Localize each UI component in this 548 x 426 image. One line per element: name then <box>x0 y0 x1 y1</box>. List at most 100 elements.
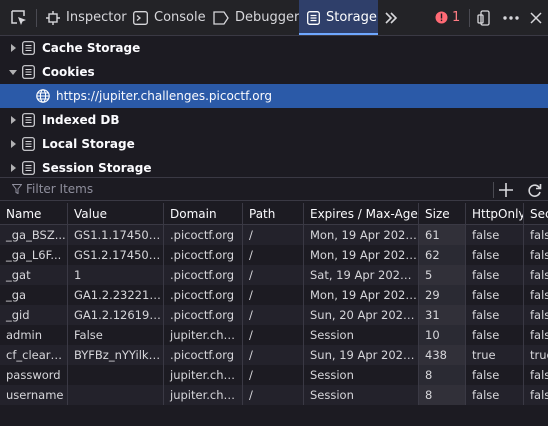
table-row[interactable]: _ga GA1.2.2322118....picoctf.org/Mon, 19 … <box>0 285 548 305</box>
chevron-right-icon[interactable] <box>9 140 17 148</box>
cell-domain: .picoctf.org <box>163 305 242 325</box>
chevron-right-icon[interactable] <box>9 44 17 52</box>
tree-item-label: Cookies <box>42 65 95 79</box>
cell-size: 438 <box>418 345 465 365</box>
column-header-size[interactable]: Size <box>418 203 465 225</box>
column-header-expires[interactable]: Expires / Max-Age <box>303 203 418 225</box>
cell-name: cf_cleara... <box>6 348 67 362</box>
tab-storage[interactable]: Storage <box>299 0 378 35</box>
tree-item-indexed-db[interactable]: Indexed DB <box>0 108 548 132</box>
tree-item-cookie-host[interactable]: https://jupiter.challenges.picoctf.org <box>0 84 548 108</box>
debugger-icon <box>213 10 229 25</box>
cell-value <box>67 365 163 385</box>
cell-path: / <box>242 285 303 305</box>
cell-size: 5 <box>418 265 465 285</box>
cell-name: admin <box>6 328 43 342</box>
storage-icon <box>307 10 320 25</box>
filter-icon <box>12 184 22 194</box>
cell-value <box>67 385 163 405</box>
cell-secure: false <box>523 305 548 325</box>
tab-storage-label: Storage <box>326 10 377 25</box>
cell-value: GA1.2.2322118... <box>67 285 163 305</box>
error-icon <box>435 11 448 24</box>
devtools-toolbar: Inspector Console Debugger Storage 1 <box>0 0 548 36</box>
cell-path: / <box>242 325 303 345</box>
cell-size: 29 <box>418 285 465 305</box>
cell-name: _ga <box>6 288 27 302</box>
cell-httponly: true <box>465 345 523 365</box>
plus-icon <box>499 183 513 197</box>
more-tabs-button[interactable] <box>384 0 398 35</box>
table-row[interactable]: _ga_L6F... GS1.2.1745065....picoctf.org/M… <box>0 245 548 265</box>
cell-domain: .picoctf.org <box>163 245 242 265</box>
filter-bar: Filter Items <box>0 177 548 201</box>
more-options-button[interactable] <box>503 0 519 35</box>
table-row[interactable]: password jupiter.chall... / Session 8 false fa… <box>0 365 548 385</box>
cell-path: / <box>242 345 303 365</box>
chevron-right-icon[interactable] <box>9 116 17 124</box>
tab-console[interactable]: Console <box>133 0 206 35</box>
table-row[interactable]: _ga_BSZ...GS1.1.1745065....picoctf.org/M… <box>0 225 548 245</box>
column-header-secure[interactable]: Secure <box>523 203 548 225</box>
cell-value: False <box>67 325 163 345</box>
table-header: Name Value Domain Path Expires / Max-Age… <box>0 203 548 225</box>
tree-item-cookies[interactable]: Cookies <box>0 60 548 84</box>
chevron-down-icon[interactable] <box>9 68 17 76</box>
tree-item-cache-storage[interactable]: Cache Storage <box>0 36 548 60</box>
chevron-double-right-icon <box>385 11 398 24</box>
cell-secure: false <box>523 385 548 405</box>
toolbar-divider <box>469 9 470 27</box>
table-row[interactable]: username jupiter.chall... / Session 8 false fa… <box>0 385 548 405</box>
tab-debugger-label: Debugger <box>235 10 300 25</box>
storage-icon <box>22 65 35 79</box>
close-devtools-button[interactable] <box>530 0 542 35</box>
add-item-button[interactable] <box>495 179 517 201</box>
cell-name: password <box>6 368 61 382</box>
column-header-name[interactable]: Name <box>0 203 67 225</box>
cell-expires: Mon, 19 Apr 2027 1... <box>303 285 418 305</box>
column-header-value[interactable]: Value <box>67 203 163 225</box>
responsive-mode-icon <box>477 9 490 26</box>
filter-divider <box>493 182 494 198</box>
tree-item-local-storage[interactable]: Local Storage <box>0 132 548 156</box>
error-count-button[interactable]: 1 <box>435 0 460 35</box>
column-header-httponly[interactable]: HttpOnly <box>465 203 523 225</box>
filter-items-input[interactable]: Filter Items <box>0 178 480 200</box>
cell-domain: jupiter.chall... <box>163 385 242 405</box>
refresh-button[interactable] <box>523 179 545 201</box>
chevron-right-icon[interactable] <box>9 164 17 172</box>
responsive-design-button[interactable] <box>477 0 493 35</box>
cell-httponly: false <box>465 385 523 405</box>
cell-domain: .picoctf.org <box>163 285 242 305</box>
table-row[interactable]: admin False jupiter.chall... / Session 10 fals… <box>0 325 548 345</box>
cell-secure: true <box>523 345 548 365</box>
tab-debugger[interactable]: Debugger <box>213 0 299 35</box>
cell-name: _gid <box>6 308 30 322</box>
inspector-icon <box>46 10 60 25</box>
table-row[interactable]: _gid GA1.2.1261913....picoctf.org/Sun, 20… <box>0 305 548 325</box>
picker-icon <box>11 9 26 25</box>
cell-size: 31 <box>418 305 465 325</box>
tree-item-label: Session Storage <box>42 161 152 175</box>
cell-value: GS1.2.1745065... <box>67 245 163 265</box>
cell-path: / <box>242 385 303 405</box>
cell-path: / <box>242 225 303 245</box>
cell-secure: false <box>523 265 548 285</box>
cell-size: 61 <box>418 225 465 245</box>
table-row[interactable]: cf_cleara... BYFBz_nYYilkL... .picoctf.org… <box>0 345 548 365</box>
storage-icon <box>22 161 35 175</box>
cell-expires: Sun, 20 Apr 2025 1... <box>303 305 418 325</box>
column-header-domain[interactable]: Domain <box>163 203 242 225</box>
cell-httponly: false <box>465 225 523 245</box>
tab-inspector[interactable]: Inspector <box>46 0 127 35</box>
cell-path: / <box>242 365 303 385</box>
cell-value: GA1.2.1261913... <box>67 305 163 325</box>
tree-item-label: https://jupiter.challenges.picoctf.org <box>56 89 272 103</box>
table-row[interactable]: _gat 1.picoctf.org/Sat, 19 Apr 2025 12:..… <box>0 265 548 285</box>
column-header-path[interactable]: Path <box>242 203 303 225</box>
ellipsis-icon <box>503 15 519 20</box>
cell-path: / <box>242 305 303 325</box>
element-picker-button[interactable] <box>10 0 28 35</box>
cell-expires: Mon, 19 Apr 2027 1... <box>303 245 418 265</box>
cell-name: _gat <box>6 268 31 282</box>
